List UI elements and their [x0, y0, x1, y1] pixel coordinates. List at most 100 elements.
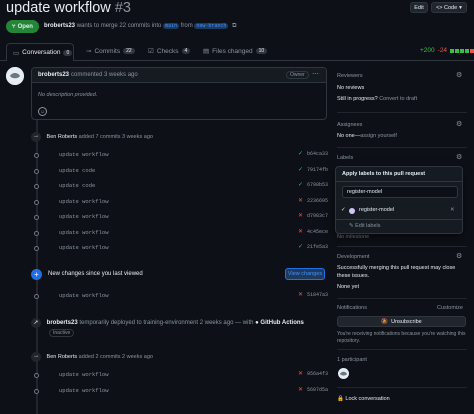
status-x-icon[interactable]: ✕: [298, 291, 303, 298]
participant-avatar[interactable]: [338, 368, 349, 379]
label-option[interactable]: ✓ register-model ✕: [336, 205, 462, 217]
draft-text: Still in progress?: [337, 96, 378, 102]
event-author[interactable]: Ben Roberts: [47, 134, 78, 140]
commit-row: update workflow ✕ 956a4f3: [0, 368, 330, 383]
development-heading[interactable]: Development: [337, 254, 369, 260]
base-branch[interactable]: main: [163, 23, 180, 29]
lock-label: Lock conversation: [345, 396, 390, 402]
assignees-none: No one—: [337, 133, 361, 139]
commit-sha[interactable]: 21fe5a3: [307, 244, 328, 250]
view-changes-button[interactable]: View changes: [285, 268, 325, 280]
reviewers-heading[interactable]: Reviewers: [337, 73, 363, 79]
commit-message[interactable]: update code: [59, 167, 95, 174]
deploy-author[interactable]: broberts23: [47, 320, 78, 326]
kebab-icon[interactable]: ⋯: [312, 70, 319, 78]
avatar-image: [6, 67, 24, 85]
edit-labels-link[interactable]: ✎ Edit labels: [349, 223, 381, 229]
comment-header: broberts23 commented 3 weeks ago Owner ⋯: [32, 68, 326, 83]
edit-labels-label: Edit labels: [355, 223, 381, 229]
status-check-icon[interactable]: ✓: [298, 243, 303, 250]
avatar-image: [340, 371, 347, 376]
assignees-heading[interactable]: Assignees: [337, 122, 362, 128]
commit-sha[interactable]: 956a4f3: [307, 371, 328, 377]
draft-prompt: Still in progress? Convert to draft: [337, 96, 417, 102]
gear-icon[interactable]: ⚙: [456, 153, 462, 161]
tab-count: 0: [63, 49, 73, 56]
commit-row: update workflow ✕ 5607d5a: [0, 384, 330, 399]
pr-title: update workflow: [6, 0, 111, 16]
deploy-text: temporarily deployed to training-environ…: [79, 320, 254, 326]
commit-sha[interactable]: 51847a3: [307, 292, 328, 298]
commit-message[interactable]: update workflow: [59, 244, 109, 251]
commit-message[interactable]: update workflow: [59, 151, 109, 158]
merge-info: broberts23 wants to merge 22 commits int…: [44, 23, 236, 30]
label-filter-input[interactable]: register-model: [342, 186, 458, 198]
smiley-icon[interactable]: ☺: [38, 107, 47, 116]
status-x-icon[interactable]: ✕: [298, 228, 303, 235]
commit-dot-icon: [34, 230, 39, 236]
commit-message[interactable]: update workflow: [59, 387, 109, 394]
avatar[interactable]: [6, 67, 24, 85]
commit-sha[interactable]: d7983c7: [307, 213, 328, 219]
diffstat: +200 -24: [420, 47, 474, 54]
commit-sha[interactable]: 79174fb: [307, 167, 328, 173]
head-branch[interactable]: new-branch: [194, 23, 229, 29]
label-option-name: register-model: [359, 207, 395, 213]
deploy-app[interactable]: GitHub Actions: [260, 320, 303, 326]
commit-message[interactable]: update workflow: [59, 213, 109, 220]
commit-sha[interactable]: 5607d5a: [307, 387, 328, 393]
event-author[interactable]: Ben Roberts: [47, 354, 78, 360]
status-x-icon[interactable]: ✕: [298, 386, 303, 393]
commit-message[interactable]: update code: [59, 182, 95, 189]
commit-sha[interactable]: 2236695: [307, 198, 328, 204]
commit-message[interactable]: update workflow: [59, 292, 109, 299]
tab-files-changed[interactable]: ▤ Files changed 10: [203, 47, 268, 55]
lock-conversation-link[interactable]: 🔒 Lock conversation: [337, 396, 390, 402]
commit-sha[interactable]: 6798b53: [307, 182, 328, 188]
tab-commits[interactable]: ⊸ Commits 22: [86, 47, 135, 55]
diffstat-bars: [450, 48, 474, 53]
development-text: Successfully merging this pull request m…: [337, 265, 456, 279]
status-x-icon[interactable]: ✕: [298, 370, 303, 377]
commit-message[interactable]: update workflow: [59, 198, 109, 205]
timeline-event: ⊸ Ben Roberts added 7 commits 3 weeks ag…: [31, 132, 153, 142]
convert-draft-link[interactable]: Convert to draft: [379, 96, 417, 102]
code-button[interactable]: <> Code ▾: [431, 2, 467, 13]
comment-author[interactable]: broberts23: [38, 72, 69, 78]
development-value: None yet: [337, 284, 360, 290]
status-check-icon[interactable]: ✓: [298, 166, 303, 173]
labels-heading[interactable]: Labels: [337, 155, 353, 161]
gear-icon[interactable]: ⚙: [456, 252, 462, 260]
copy-icon[interactable]: ⧉: [232, 23, 236, 29]
status-check-icon[interactable]: ✓: [298, 181, 303, 188]
tab-label: Commits: [94, 47, 121, 55]
edit-button[interactable]: Edit: [410, 2, 428, 13]
commit-message[interactable]: update workflow: [59, 371, 109, 378]
commit-sha[interactable]: 4c45ece: [307, 229, 328, 235]
commit-dot-icon: [34, 294, 39, 299]
divider: [337, 387, 467, 388]
commit-row: update workflow ✕ 2236695: [0, 195, 330, 210]
gear-icon[interactable]: ⚙: [456, 71, 462, 79]
notification-reason: You're receiving notifications because y…: [337, 331, 466, 344]
commit-dot-icon: [34, 168, 39, 174]
assign-yourself-link[interactable]: assign yourself: [360, 133, 397, 139]
file-diff-icon: ▤: [203, 48, 210, 55]
status-x-icon[interactable]: ✕: [298, 212, 303, 219]
tab-count: 22: [123, 48, 135, 54]
status-x-icon[interactable]: ✕: [298, 197, 303, 204]
status-check-icon[interactable]: ✓: [298, 150, 303, 157]
github-actions-icon: ●: [255, 320, 259, 326]
customize-link[interactable]: Customize: [437, 305, 463, 311]
author-link[interactable]: broberts23: [44, 23, 75, 29]
gear-icon[interactable]: ⚙: [456, 120, 462, 128]
tab-conversation[interactable]: ▭ Conversation 0: [6, 43, 74, 61]
tab-checks[interactable]: ☑ Checks 4: [148, 47, 191, 55]
remove-icon[interactable]: ✕: [450, 207, 455, 213]
state-label: Open: [17, 23, 33, 30]
commit-sha[interactable]: b64ca33: [307, 151, 328, 157]
unsubscribe-button[interactable]: 🔕 Unsubscribe: [337, 316, 466, 327]
new-changes-text: New changes since you last viewed: [48, 271, 143, 277]
commit-message[interactable]: update workflow: [59, 229, 109, 236]
dropdown-title: Apply labels to this pull request: [342, 171, 426, 177]
